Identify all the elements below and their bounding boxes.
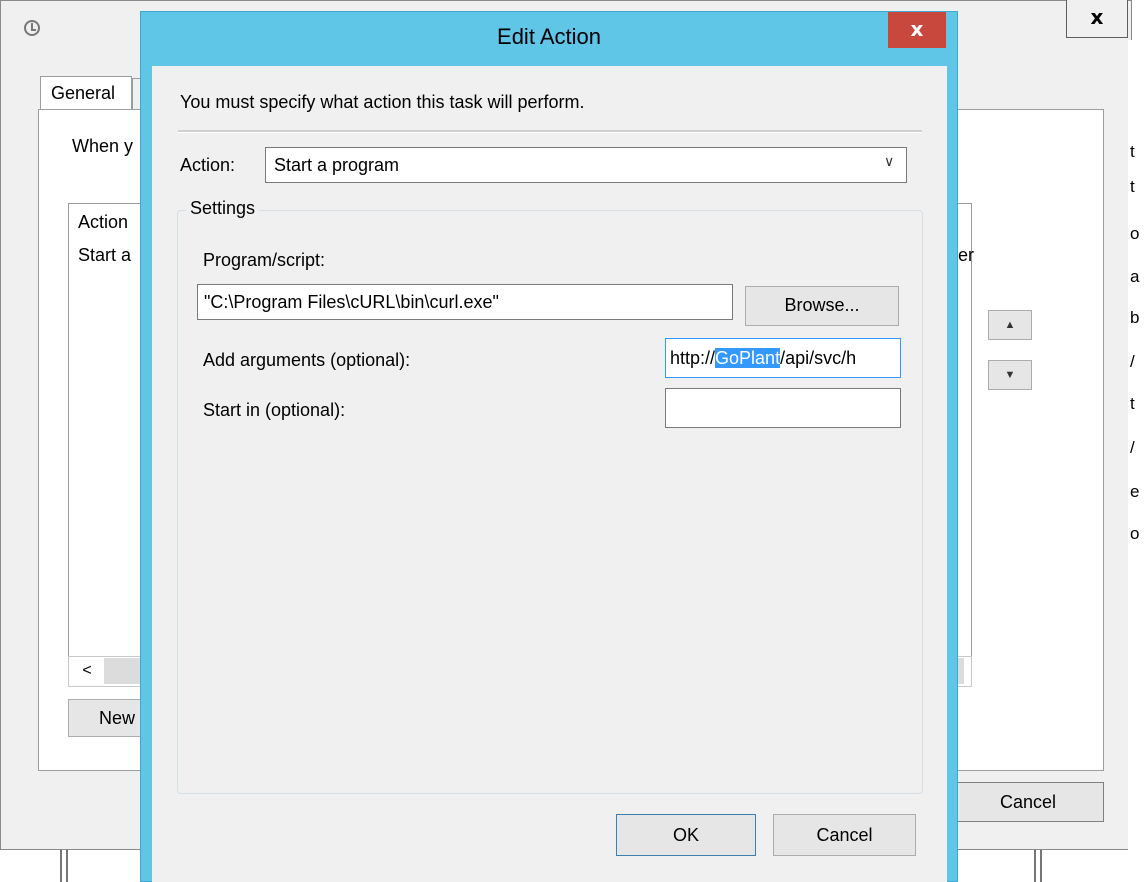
arguments-prefix: http:// [670, 348, 716, 368]
right-edge-char: / [1130, 438, 1135, 457]
right-edge-char: t [1130, 142, 1135, 161]
window-edge-lines [60, 850, 68, 882]
dialog-close-button[interactable]: x [888, 12, 946, 48]
right-edge-char: e [1130, 482, 1140, 501]
right-edge-char: / [1130, 352, 1135, 371]
ok-button[interactable]: OK [616, 814, 756, 856]
parent-cancel-button[interactable]: Cancel [952, 782, 1104, 822]
program-script-input[interactable]: "C:\Program Files\cURL\bin\curl.exe" [197, 284, 733, 320]
program-script-label: Program/script: [203, 250, 326, 270]
actions-list-header[interactable]: Action [78, 212, 128, 233]
arguments-label: Add arguments (optional): [203, 350, 411, 370]
right-edge-char: b [1130, 308, 1140, 327]
start-in-label: Start in (optional): [203, 400, 346, 420]
dialog-title: Edit Action [497, 24, 601, 49]
parent-close-button[interactable]: x [1066, 0, 1128, 38]
dialog-instruction: You must specify what action this task w… [180, 92, 585, 112]
right-edge-char: a [1130, 267, 1140, 286]
chevron-down-icon[interactable]: ∨ [884, 153, 894, 170]
right-edge-char: t [1130, 177, 1135, 196]
dialog-separator [178, 130, 922, 133]
settings-legend: Settings [186, 198, 260, 219]
right-edge-char: t [1130, 394, 1135, 413]
move-down-button[interactable]: ▼ [988, 360, 1032, 390]
move-up-button[interactable]: ▲ [988, 310, 1032, 340]
clock-icon [24, 20, 40, 36]
right-edge-char: o [1130, 524, 1140, 543]
right-edge-char: o [1130, 224, 1140, 243]
arguments-suffix: /api/svc/h [780, 348, 857, 368]
actions-list-row-tail: er [958, 245, 975, 265]
actions-list-row[interactable]: Start a [78, 245, 131, 266]
parent-description: When y [72, 136, 134, 156]
arguments-input[interactable]: http://GoPlant/api/svc/h [665, 338, 901, 378]
action-label: Action: [180, 155, 236, 175]
right-pane-strip: t t o a b / t / e o [1128, 40, 1145, 850]
dialog-cancel-button[interactable]: Cancel [773, 814, 916, 856]
start-in-input[interactable] [665, 388, 901, 428]
action-dropdown-value[interactable]: Start a program [274, 155, 399, 176]
window-edge-lines [1034, 850, 1042, 882]
scroll-left-icon[interactable]: < [72, 660, 102, 682]
browse-button[interactable]: Browse... [745, 286, 899, 326]
arguments-selection: GoPlant [715, 348, 781, 368]
tab-general[interactable]: General [40, 76, 132, 110]
